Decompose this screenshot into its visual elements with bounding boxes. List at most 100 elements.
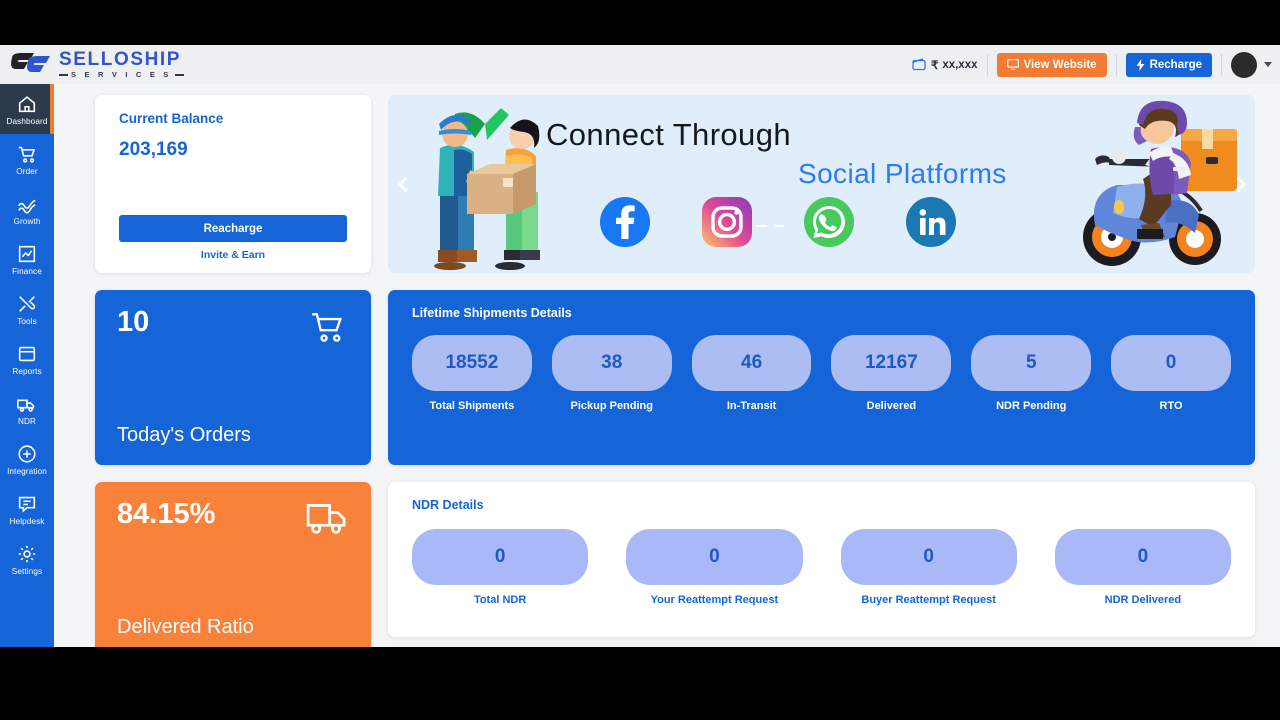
- cart-icon: [18, 146, 36, 163]
- stat-label: Delivered: [866, 400, 917, 412]
- banner-column: Connect Through Social Platforms: [388, 95, 1255, 273]
- brand-logo[interactable]: SELLOSHIP S E R V I C E S: [0, 50, 184, 79]
- chevron-down-icon[interactable]: [1264, 62, 1272, 67]
- sidebar-item-dashboard[interactable]: Dashboard: [0, 84, 54, 134]
- sidebar-item-finance[interactable]: Finance: [0, 234, 54, 284]
- sidebar-item-helpdesk[interactable]: Helpdesk: [0, 484, 54, 534]
- facebook-icon[interactable]: [600, 197, 650, 247]
- recharge-balance-button[interactable]: Reacharge: [119, 215, 347, 242]
- stat-pickup-pending[interactable]: 38 Pickup Pending: [551, 335, 672, 412]
- sidebar-item-ndr[interactable]: NDR: [0, 384, 54, 434]
- header-divider-3: [1221, 53, 1222, 76]
- sidebar-item-reports[interactable]: Reports: [0, 334, 54, 384]
- delivered-ratio-card[interactable]: 84.15% Delivered Ratio: [95, 482, 371, 647]
- ndr-stat-your-reattempt[interactable]: 0 Your Reattempt Request: [626, 529, 803, 606]
- sidebar-label-reports: Reports: [12, 366, 42, 376]
- whatsapp-icon[interactable]: [804, 197, 854, 247]
- stat-label: RTO: [1159, 400, 1183, 412]
- current-balance-card: Current Balance 203,169 Reacharge Invite…: [95, 95, 371, 273]
- chat-icon: [18, 496, 36, 513]
- view-website-button[interactable]: View Website: [996, 52, 1107, 77]
- sidebar-item-growth[interactable]: Growth: [0, 184, 54, 234]
- social-icons-group: [600, 197, 956, 247]
- wallet-balance[interactable]: ₹ xx,xxx: [912, 58, 978, 72]
- delivered-ratio-label: Delivered Ratio: [117, 616, 254, 638]
- ndr-details-panel: NDR Details 0 Total NDR 0 Your Reattempt…: [388, 482, 1255, 637]
- sidebar-label-settings: Settings: [11, 566, 43, 576]
- monitor-icon: [1006, 59, 1019, 70]
- header-divider-1: [986, 53, 988, 76]
- sidebar-label-ndr: NDR: [17, 416, 37, 426]
- ndr-stat-buyer-reattempt[interactable]: 0 Buyer Reattempt Request: [840, 529, 1017, 606]
- cart-icon: [312, 313, 343, 342]
- lightning-bolt-icon: [1136, 58, 1144, 71]
- sidebar-nav: Dashboard Order Growth Finance Tools Rep…: [0, 84, 54, 647]
- sidebar-item-integration[interactable]: Integration: [0, 434, 54, 484]
- ndr-column: NDR Details 0 Total NDR 0 Your Reattempt…: [388, 482, 1255, 647]
- ndr-stat-total[interactable]: 0 Total NDR: [412, 529, 589, 606]
- promo-carousel: Connect Through Social Platforms: [388, 95, 1255, 273]
- sidebar-label-tools: Tools: [17, 316, 37, 326]
- todays-orders-card[interactable]: 10 Today's Orders: [95, 290, 371, 465]
- brand-subtitle: S E R V I C E S: [59, 71, 184, 79]
- avatar[interactable]: [1231, 51, 1257, 78]
- tools-icon: [19, 295, 36, 312]
- dashboard-row-bottom: 84.15% Delivered Ratio NDR Details 0 Tot…: [95, 482, 1255, 647]
- wallet-icon: [912, 58, 926, 71]
- sidebar-label-helpdesk: Helpdesk: [9, 516, 45, 526]
- stat-total-shipments[interactable]: 18552 Total Shipments: [412, 335, 532, 412]
- shipments-stats-group: 18552 Total Shipments 38 Pickup Pending …: [412, 335, 1231, 412]
- letterbox-top: [0, 0, 1280, 45]
- sidebar-item-tools[interactable]: Tools: [0, 284, 54, 334]
- carousel-next-button[interactable]: [1227, 167, 1253, 201]
- sidebar-item-order[interactable]: Order: [0, 134, 54, 184]
- stat-rto[interactable]: 0 RTO: [1111, 335, 1231, 412]
- sidebar-label-dashboard: Dashboard: [6, 116, 48, 126]
- sidebar-label-growth: Growth: [13, 216, 41, 226]
- ndr-label: Your Reattempt Request: [650, 594, 779, 606]
- banner-headline: Connect Through: [546, 117, 791, 152]
- balance-amount: 203,169: [119, 139, 188, 160]
- todays-orders-label: Today's Orders: [117, 424, 251, 446]
- ndr-value: 0: [1137, 546, 1149, 567]
- todays-orders-value: 10: [117, 306, 150, 338]
- home-icon: [18, 95, 36, 112]
- sidebar-item-settings[interactable]: Settings: [0, 534, 54, 584]
- stat-label: Total Shipments: [429, 400, 515, 412]
- ndr-label: NDR Delivered: [1104, 594, 1182, 606]
- stat-delivered[interactable]: 12167 Delivered: [831, 335, 952, 412]
- gear-icon: [18, 545, 36, 562]
- header-actions: ₹ xx,xxx View Website Recharge: [912, 45, 1280, 84]
- dashboard-row-top: Current Balance 203,169 Reacharge Invite…: [95, 95, 1255, 273]
- ndr-value: 0: [709, 546, 720, 567]
- stat-label: Pickup Pending: [570, 400, 653, 412]
- sidebar-label-integration: Integration: [7, 466, 47, 476]
- ndr-stat-delivered[interactable]: 0 NDR Delivered: [1054, 529, 1231, 606]
- truck-icon: [17, 399, 35, 412]
- chevron-left-icon: [397, 176, 413, 192]
- delivery-handover-illustration: [434, 108, 540, 270]
- letterbox-bottom: [0, 647, 1280, 720]
- shipments-title: Lifetime Shipments Details: [412, 306, 572, 320]
- delivered-ratio-column: 84.15% Delivered Ratio: [95, 482, 371, 647]
- recharge-button[interactable]: Recharge: [1125, 52, 1212, 77]
- scooter-courier-illustration: [1083, 100, 1237, 266]
- selloship-logo-icon: [8, 51, 52, 79]
- stat-in-transit[interactable]: 46 In-Transit: [691, 335, 812, 412]
- growth-chart-icon: [18, 199, 36, 213]
- view-website-label: View Website: [1023, 58, 1097, 71]
- carousel-prev-button[interactable]: [390, 167, 416, 201]
- instagram-icon[interactable]: [702, 197, 752, 247]
- linkedin-icon[interactable]: [906, 197, 956, 247]
- currency-symbol: ₹: [930, 59, 939, 72]
- reports-icon: [18, 346, 36, 361]
- browser-viewport: SELLOSHIP S E R V I C E S ₹ xx,xxx View …: [0, 45, 1280, 647]
- ndr-label: Total NDR: [473, 594, 527, 606]
- balance-column: Current Balance 203,169 Reacharge Invite…: [95, 95, 371, 273]
- stat-ndr-pending[interactable]: 5 NDR Pending: [971, 335, 1092, 412]
- stat-value: 5: [1025, 352, 1037, 373]
- balance-title: Current Balance: [119, 111, 224, 126]
- stat-label: NDR Pending: [996, 400, 1067, 412]
- invite-and-earn-link[interactable]: Invite & Earn: [119, 249, 347, 261]
- chevron-right-icon: [1230, 176, 1246, 192]
